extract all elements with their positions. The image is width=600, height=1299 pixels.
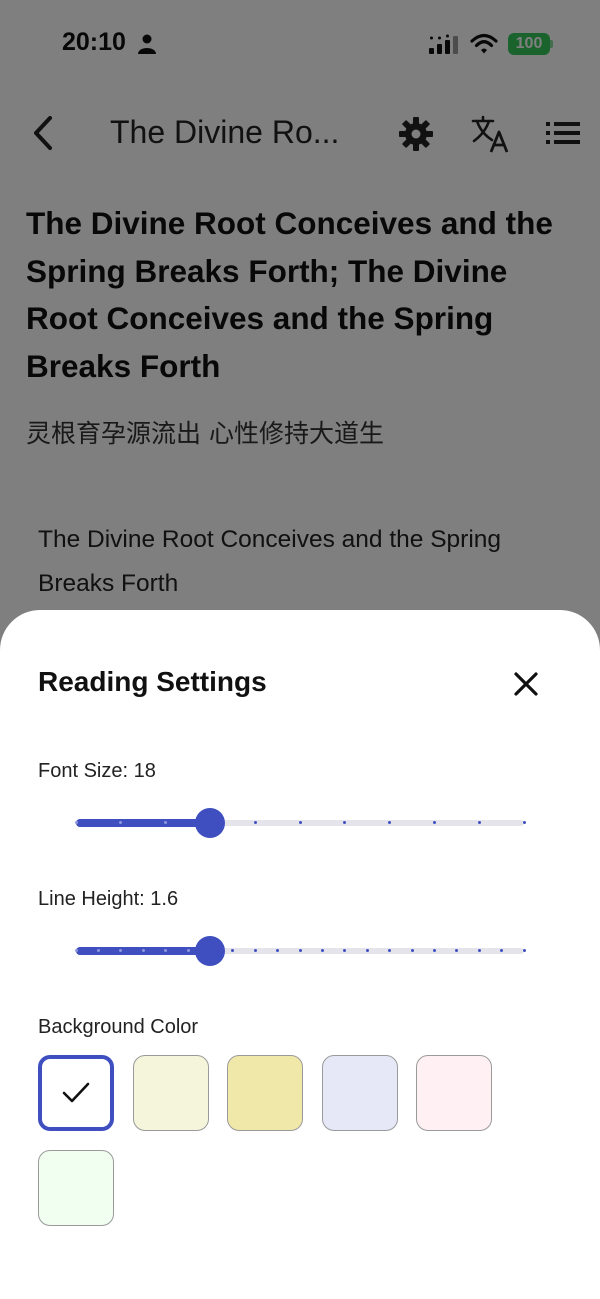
font-size-slider-tick [432, 821, 436, 824]
line-height-slider-thumb[interactable] [195, 936, 226, 966]
font-size-slider-fill [76, 819, 211, 827]
line-height-slider-tick [186, 949, 190, 952]
background-color-swatch[interactable] [321, 1055, 398, 1131]
close-icon[interactable] [510, 668, 542, 700]
font-size-label: Font Size: 18 [38, 760, 156, 782]
line-height-slider-tick [365, 949, 369, 952]
line-height-slider-tick [253, 949, 257, 952]
line-height-slider-tick [432, 949, 436, 952]
font-size-slider-thumb[interactable] [195, 808, 226, 838]
background-color-swatch[interactable] [132, 1055, 209, 1131]
background-color-swatch[interactable] [416, 1055, 492, 1131]
line-height-slider-tick [320, 949, 324, 952]
font-size-slider-tick [74, 821, 78, 824]
background-color-swatch[interactable] [227, 1055, 303, 1131]
font-size-slider-tick [298, 821, 302, 824]
line-height-slider-tick [96, 949, 100, 952]
line-height-slider-tick [141, 949, 145, 952]
line-height-label: Line Height: 1.6 [38, 888, 179, 910]
reading-settings-sheet: Reading Settings Font Size: 18 Line Heig… [0, 610, 600, 1299]
check-icon [62, 1082, 90, 1103]
font-size-slider-tick [253, 821, 257, 824]
line-height-slider-tick [410, 949, 414, 952]
line-height-slider-tick [522, 949, 526, 952]
line-height-slider-tick [477, 949, 481, 952]
line-height-slider-tick [298, 949, 302, 952]
background-color-label: Background Color [38, 1016, 199, 1038]
font-size-slider[interactable] [74, 803, 526, 843]
line-height-slider[interactable] [74, 931, 526, 971]
font-size-slider-tick [477, 821, 481, 824]
font-size-slider-tick [522, 821, 526, 824]
line-height-slider-tick [74, 949, 78, 952]
background-color-swatch[interactable] [38, 1149, 114, 1226]
background-color-swatch[interactable] [38, 1055, 114, 1131]
sheet-title: Reading Settings [38, 666, 267, 697]
